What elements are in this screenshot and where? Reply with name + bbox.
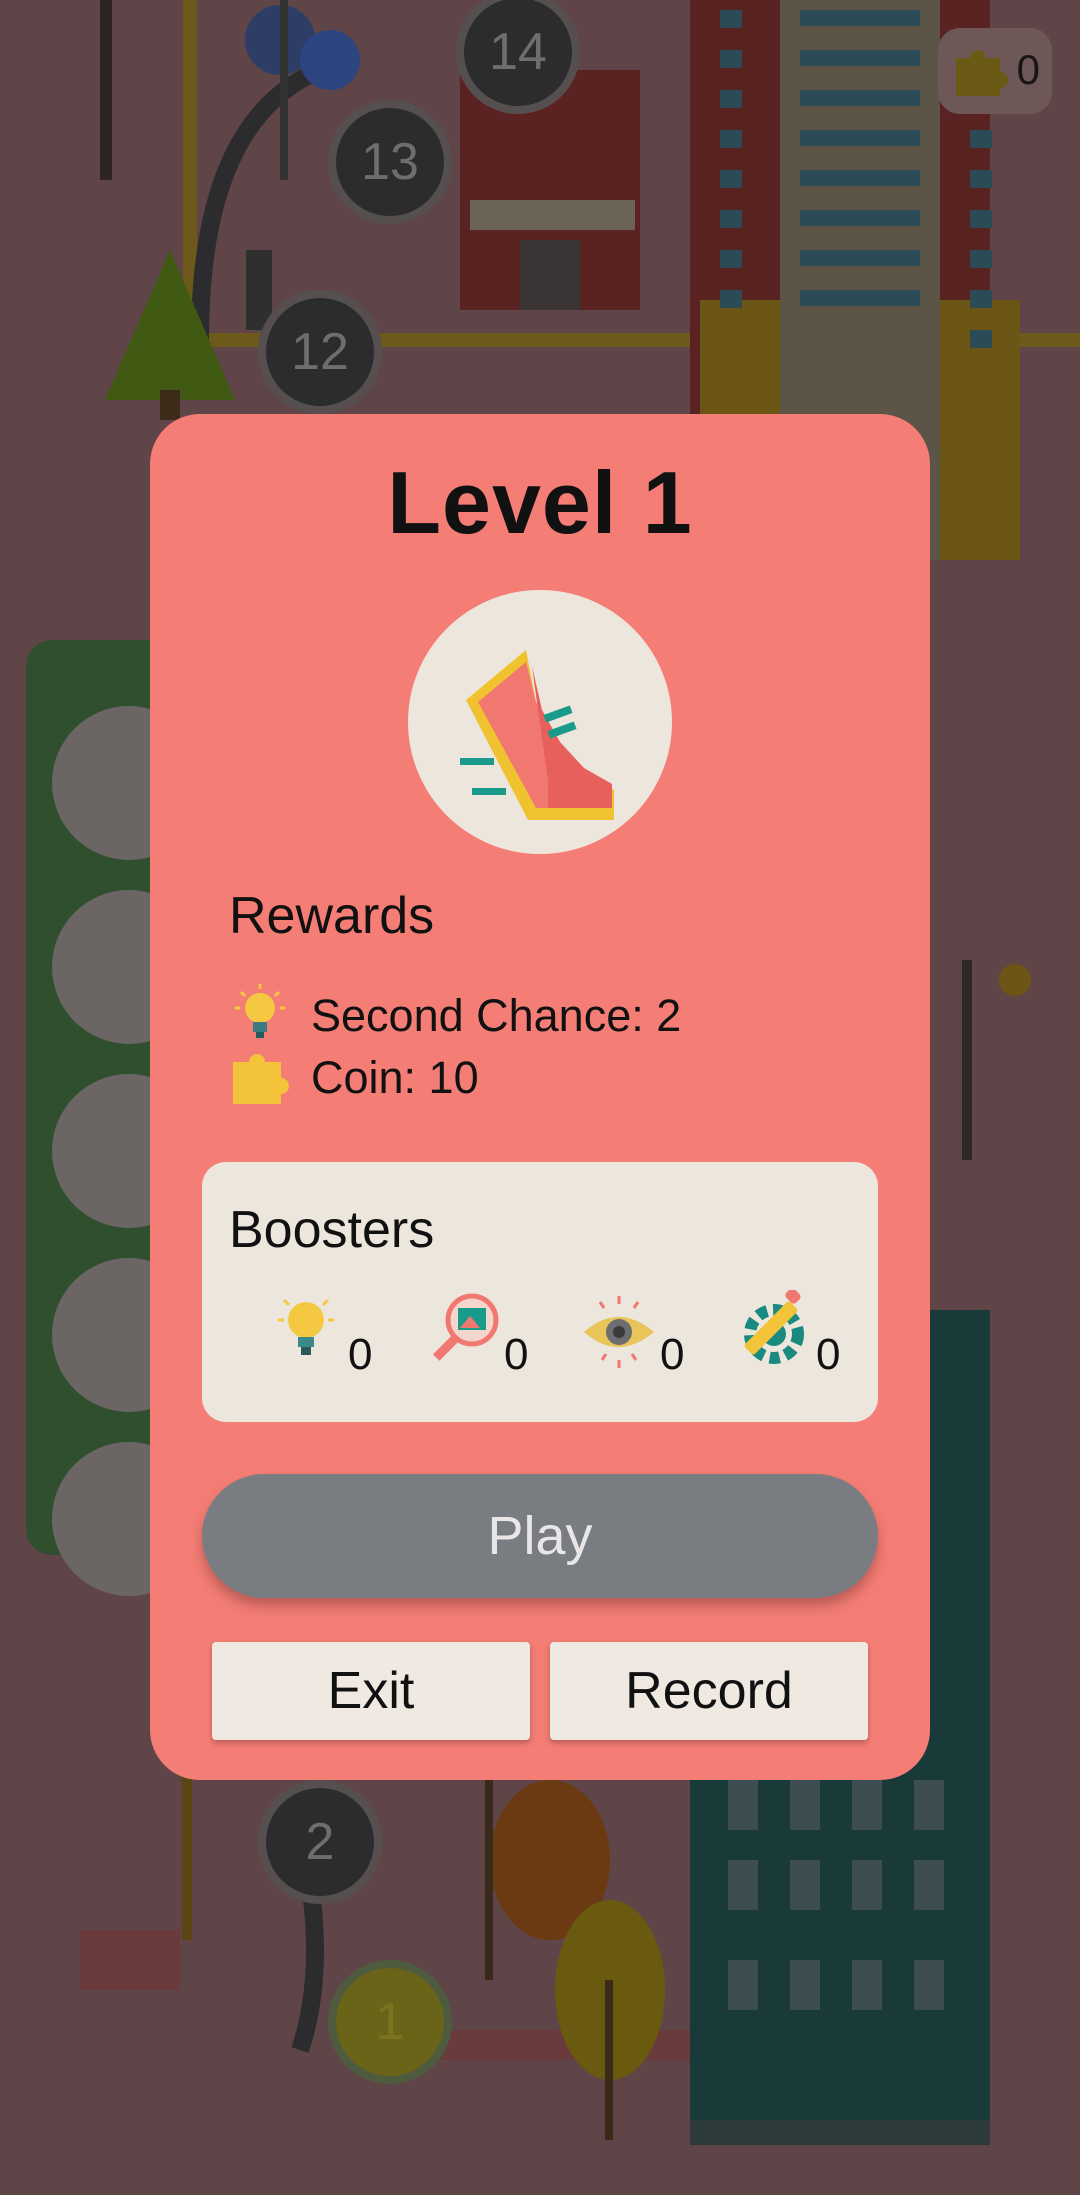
booster-eye[interactable]: 0 bbox=[580, 1290, 700, 1380]
reward-label: Second Chance: 2 bbox=[311, 990, 682, 1041]
rewards-heading: Rewards bbox=[229, 887, 435, 945]
booster-reveal-image[interactable]: 0 bbox=[424, 1290, 544, 1380]
map-level-node-12[interactable]: 12 bbox=[258, 290, 382, 414]
record-button[interactable]: Record bbox=[550, 1642, 868, 1740]
booster-count: 0 bbox=[504, 1330, 529, 1379]
magnifier-image-icon bbox=[432, 1293, 499, 1361]
booster-count: 0 bbox=[660, 1330, 685, 1379]
map-level-node-13[interactable]: 13 bbox=[328, 100, 452, 224]
puzzle-piece-icon bbox=[956, 50, 1008, 96]
gear-pencil-icon bbox=[744, 1290, 804, 1364]
lightbulb-icon bbox=[235, 984, 285, 1038]
play-button[interactable]: Play bbox=[202, 1474, 878, 1598]
boosters-heading: Boosters bbox=[229, 1201, 435, 1259]
booster-edit[interactable]: 0 bbox=[736, 1290, 856, 1380]
coin-counter: 0 bbox=[938, 28, 1052, 114]
level-title: Level 1 bbox=[387, 453, 693, 552]
booster-hint[interactable]: 0 bbox=[268, 1290, 388, 1380]
coin-count: 0 bbox=[1016, 46, 1040, 93]
level-hero-badge bbox=[408, 590, 672, 854]
boosters-panel: Boosters 0 0 0 0 bbox=[202, 1162, 878, 1422]
booster-count: 0 bbox=[348, 1330, 373, 1379]
running-shoe-icon bbox=[460, 650, 614, 820]
map-level-node-2[interactable]: 2 bbox=[258, 1780, 382, 1904]
exit-button[interactable]: Exit bbox=[212, 1642, 530, 1740]
eye-icon bbox=[584, 1296, 654, 1368]
lightbulb-icon bbox=[278, 1298, 334, 1355]
level-dialog: Level 1 Rewards Second Chance: 2 Coin: 1… bbox=[150, 414, 930, 1780]
booster-count: 0 bbox=[816, 1330, 841, 1379]
map-level-node-1[interactable]: 1 bbox=[328, 1960, 452, 2084]
reward-label: Coin: 10 bbox=[311, 1052, 479, 1103]
puzzle-piece-icon bbox=[233, 1054, 289, 1104]
